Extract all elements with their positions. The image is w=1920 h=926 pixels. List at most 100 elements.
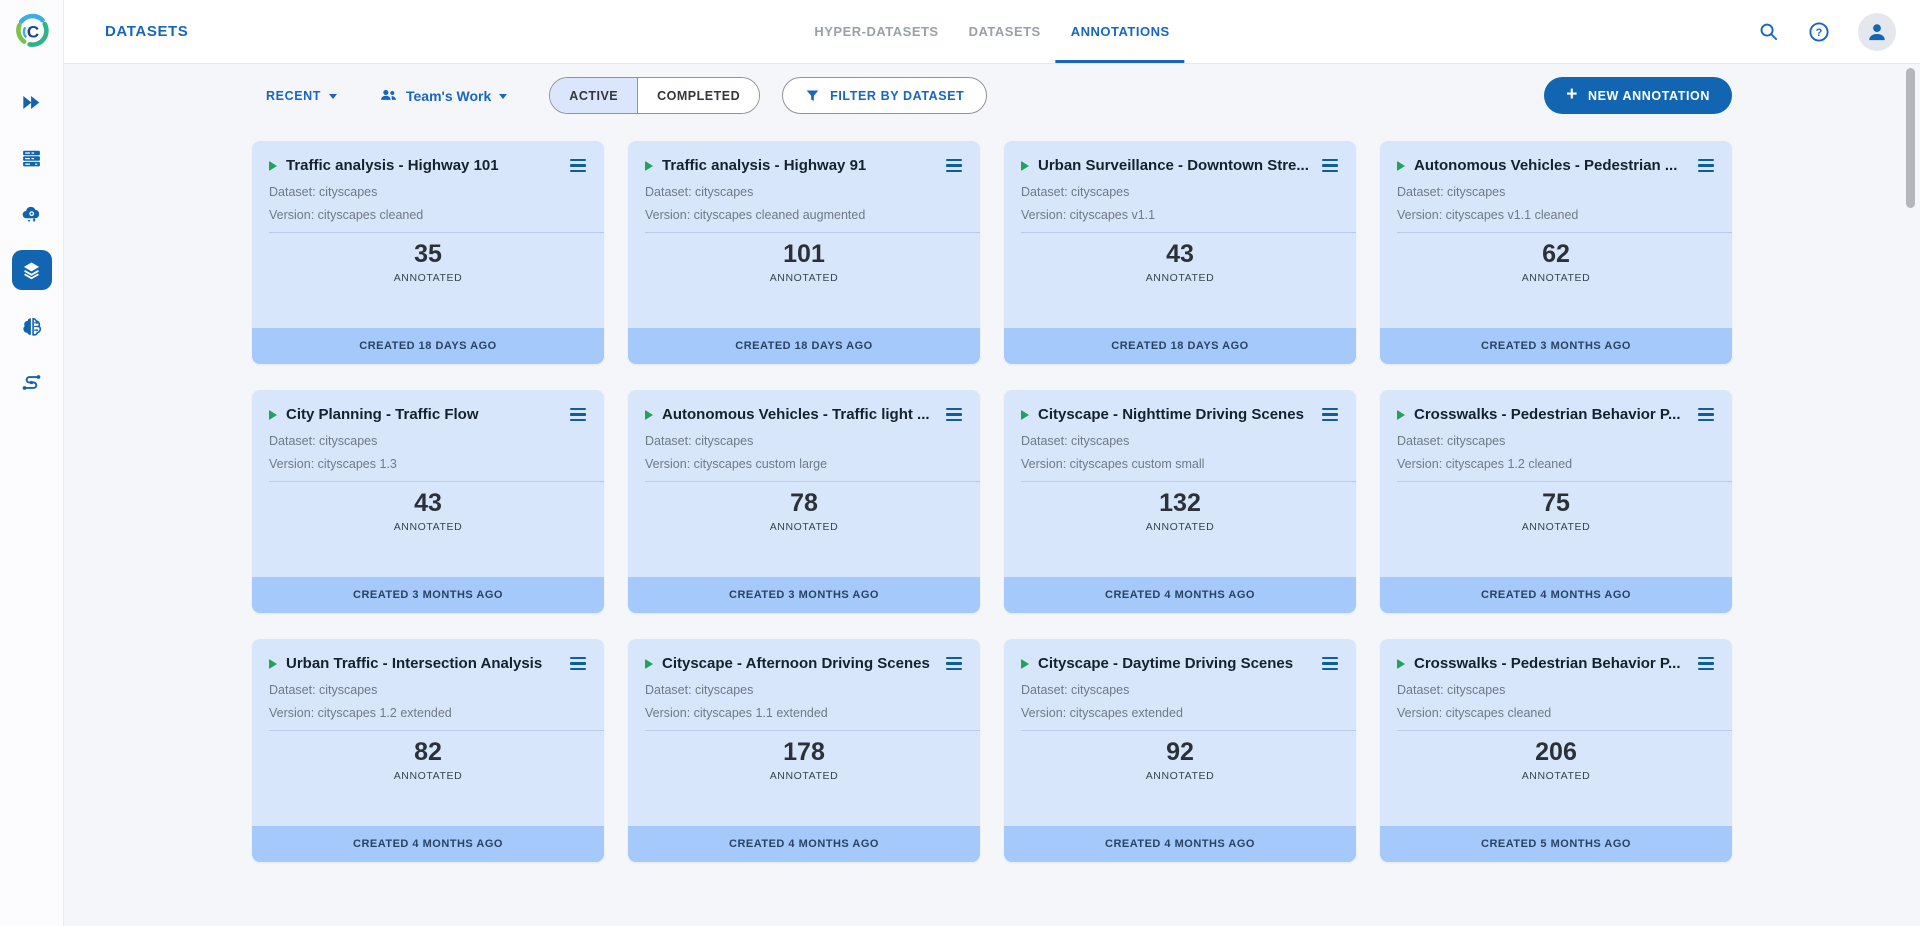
annotation-card[interactable]: Cityscape - Afternoon Driving Scenes Dat…: [628, 639, 980, 862]
card-divider: [1397, 730, 1732, 731]
card-header: City Planning - Traffic Flow: [252, 390, 604, 425]
tab-hyper-datasets[interactable]: HYPER-DATASETS: [799, 0, 953, 63]
annotation-grid: Traffic analysis - Highway 101 Dataset: …: [252, 141, 1732, 862]
card-header: Urban Traffic - Intersection Analysis: [252, 639, 604, 674]
card-menu-icon[interactable]: [1316, 155, 1344, 176]
annotation-card[interactable]: Traffic analysis - Highway 101 Dataset: …: [252, 141, 604, 364]
annotation-title: City Planning - Traffic Flow: [286, 406, 556, 423]
annotation-title: Cityscape - Nighttime Driving Scenes: [1038, 406, 1308, 423]
annotated-label: ANNOTATED: [628, 521, 980, 533]
card-header: Crosswalks - Pedestrian Behavior P...: [1380, 390, 1732, 425]
card-version: Version: cityscapes cleaned: [1380, 706, 1732, 720]
card-menu-icon[interactable]: [564, 653, 592, 674]
card-created-badge: CREATED 4 MONTHS AGO: [1004, 826, 1356, 862]
help-icon[interactable]: ?: [1807, 20, 1831, 44]
funnel-icon: [805, 88, 820, 103]
card-menu-icon[interactable]: [940, 155, 968, 176]
annotation-card[interactable]: Crosswalks - Pedestrian Behavior P... Da…: [1380, 639, 1732, 862]
annotation-card[interactable]: Urban Surveillance - Downtown Stre... Da…: [1004, 141, 1356, 364]
annotation-card[interactable]: Crosswalks - Pedestrian Behavior P... Da…: [1380, 390, 1732, 613]
brain-icon: [21, 316, 42, 337]
data-browser-icon: [21, 148, 42, 169]
search-icon[interactable]: [1756, 20, 1780, 44]
card-menu-icon[interactable]: [1316, 653, 1344, 674]
main-area: DATASETS HYPER-DATASETS DATASETS ANNOTAT…: [64, 0, 1920, 926]
scope-label: Team's Work: [406, 88, 491, 104]
card-menu-icon[interactable]: [1692, 653, 1720, 674]
sidebar-item-quickstart[interactable]: [12, 82, 52, 122]
sort-dropdown[interactable]: RECENT: [266, 89, 337, 103]
annotated-count: 75: [1380, 489, 1732, 518]
chevron-down-icon: [329, 94, 337, 99]
annotation-title: Traffic analysis - Highway 91: [662, 157, 932, 174]
annotated-count: 92: [1004, 738, 1356, 767]
toggle-active[interactable]: ACTIVE: [550, 78, 637, 113]
cloud-gear-icon: [21, 204, 42, 225]
annotation-card[interactable]: Urban Traffic - Intersection Analysis Da…: [252, 639, 604, 862]
toolbar: RECENT Team's Work ACTIVE COMPLETED: [252, 77, 1732, 114]
annotated-count: 132: [1004, 489, 1356, 518]
card-menu-icon[interactable]: [1692, 155, 1720, 176]
header-actions: ?: [1756, 13, 1920, 51]
team-icon: [379, 86, 398, 105]
card-created-badge: CREATED 3 MONTHS AGO: [628, 577, 980, 613]
card-created-badge: CREATED 18 DAYS AGO: [628, 328, 980, 364]
sidebar-nav: [12, 82, 52, 418]
card-header: Cityscape - Nighttime Driving Scenes: [1004, 390, 1356, 425]
card-menu-icon[interactable]: [564, 404, 592, 425]
annotation-card[interactable]: Autonomous Vehicles - Traffic light ... …: [628, 390, 980, 613]
toggle-completed[interactable]: COMPLETED: [637, 78, 759, 113]
card-divider: [1397, 232, 1732, 233]
filter-label: FILTER BY DATASET: [830, 89, 964, 103]
annotated-label: ANNOTATED: [252, 272, 604, 284]
tab-annotations[interactable]: ANNOTATIONS: [1056, 0, 1185, 63]
annotated-label: ANNOTATED: [1004, 272, 1356, 284]
card-version: Version: cityscapes 1.2 extended: [252, 706, 604, 720]
annotated-count: 62: [1380, 240, 1732, 269]
card-divider: [269, 232, 604, 233]
annotated-count: 78: [628, 489, 980, 518]
annotation-card[interactable]: Autonomous Vehicles - Pedestrian ... Dat…: [1380, 141, 1732, 364]
annotation-title: Urban Surveillance - Downtown Stre...: [1038, 157, 1308, 174]
card-version: Version: cityscapes custom small: [1004, 457, 1356, 471]
sidebar-item-models[interactable]: [12, 306, 52, 346]
card-divider: [1021, 481, 1356, 482]
annotated-label: ANNOTATED: [252, 521, 604, 533]
app-logo-icon[interactable]: C: [12, 11, 52, 51]
card-version: Version: cityscapes custom large: [628, 457, 980, 471]
card-dataset: Dataset: cityscapes: [1380, 185, 1732, 199]
annotated-label: ANNOTATED: [628, 770, 980, 782]
card-menu-icon[interactable]: [564, 155, 592, 176]
card-menu-icon[interactable]: [940, 404, 968, 425]
pipeline-icon: [21, 372, 42, 393]
sidebar-item-pipelines[interactable]: [12, 362, 52, 402]
card-created-badge: CREATED 4 MONTHS AGO: [252, 826, 604, 862]
play-icon: [1397, 161, 1405, 171]
sidebar-item-cloud-apps[interactable]: [12, 194, 52, 234]
user-avatar[interactable]: [1858, 13, 1896, 51]
annotation-card[interactable]: Traffic analysis - Highway 91 Dataset: c…: [628, 141, 980, 364]
annotated-count: 43: [252, 489, 604, 518]
annotated-count: 43: [1004, 240, 1356, 269]
card-created-badge: CREATED 3 MONTHS AGO: [252, 577, 604, 613]
card-dataset: Dataset: cityscapes: [628, 185, 980, 199]
sidebar-item-data-browser[interactable]: [12, 138, 52, 178]
card-header: Traffic analysis - Highway 101: [252, 141, 604, 176]
annotation-card[interactable]: Cityscape - Daytime Driving Scenes Datas…: [1004, 639, 1356, 862]
card-dataset: Dataset: cityscapes: [1380, 683, 1732, 697]
annotation-card[interactable]: Cityscape - Nighttime Driving Scenes Dat…: [1004, 390, 1356, 613]
filter-by-dataset-button[interactable]: FILTER BY DATASET: [782, 77, 987, 114]
card-menu-icon[interactable]: [1692, 404, 1720, 425]
new-annotation-button[interactable]: + NEW ANNOTATION: [1544, 77, 1732, 114]
tab-datasets[interactable]: DATASETS: [954, 0, 1056, 63]
card-divider: [1397, 481, 1732, 482]
play-icon: [1021, 161, 1029, 171]
annotation-title: Crosswalks - Pedestrian Behavior P...: [1414, 655, 1684, 672]
sidebar-item-annotations[interactable]: [12, 250, 52, 290]
card-menu-icon[interactable]: [1316, 404, 1344, 425]
scope-dropdown[interactable]: Team's Work: [379, 86, 507, 105]
card-menu-icon[interactable]: [940, 653, 968, 674]
annotation-card[interactable]: City Planning - Traffic Flow Dataset: ci…: [252, 390, 604, 613]
scrollbar-thumb[interactable]: [1906, 68, 1915, 208]
card-divider: [269, 730, 604, 731]
